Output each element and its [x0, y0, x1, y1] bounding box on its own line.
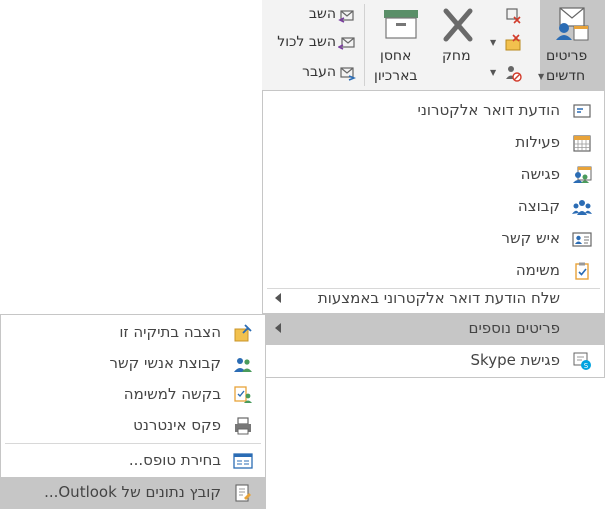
new-items-label-line1: פריטים — [546, 48, 588, 64]
task-request-label: בקשה למשימה — [123, 385, 221, 403]
reply-label: השב — [308, 6, 336, 22]
outlook-data-file-label: קובץ נתונים של Outlook... — [44, 483, 221, 501]
internet-fax-label: פקס אינטרנט — [133, 416, 221, 434]
calendar-icon — [573, 135, 591, 152]
reply-button[interactable]: השב — [266, 4, 360, 26]
new-task-label: משימה — [515, 261, 560, 279]
reply-all-label: השב לכול — [277, 34, 336, 50]
contact-group-label: קבוצת אנשי קשר — [109, 354, 221, 372]
post-in-folder-item[interactable]: הצבה בתיקיה זו — [1, 317, 265, 349]
skype-meeting-item[interactable]: S פגישת Skype — [263, 345, 604, 377]
task-request-icon — [234, 386, 252, 403]
ribbon: השב השב לכול העבר אחסן בארכיון מחק ▼ ▼ פ… — [262, 0, 605, 91]
svg-text:S: S — [584, 362, 589, 370]
send-email-using-label: שלח הודעת דואר אלקטרוני באמצעות — [317, 289, 560, 307]
ribbon-separator — [364, 4, 365, 86]
ignore-button[interactable] — [488, 4, 528, 26]
fax-icon — [235, 417, 251, 435]
more-items-submenu: הצבה בתיקיה זו קבוצת אנשי קשר בקשה למשימ… — [0, 314, 266, 509]
new-group-label: קבוצה — [517, 197, 560, 215]
new-appointment-label: פעילות — [515, 133, 560, 151]
new-contact-item[interactable]: איש קשר — [263, 223, 604, 255]
archive-label-line2: בארכיון — [374, 68, 418, 84]
new-email-label: הודעת דואר אלקטרוני — [417, 101, 560, 119]
contact-card-icon — [572, 232, 592, 247]
send-using-submenu-arrow — [275, 293, 281, 303]
new-email-item[interactable]: הודעת דואר אלקטרוני — [263, 95, 604, 127]
send-email-using-item[interactable]: שלח הודעת דואר אלקטרוני באמצעות — [263, 283, 604, 315]
task-clipboard-icon — [575, 262, 589, 280]
skype-meeting-icon: S — [573, 352, 591, 370]
cleanup-button[interactable]: ▼ — [488, 32, 528, 54]
task-request-item[interactable]: בקשה למשימה — [1, 379, 265, 411]
outlook-data-file-item[interactable]: קובץ נתונים של Outlook... — [1, 477, 265, 509]
forward-icon — [340, 67, 356, 81]
contact-group-item[interactable]: קבוצת אנשי קשר — [1, 348, 265, 380]
reply-all-button[interactable]: השב לכול — [262, 32, 360, 54]
forward-button[interactable]: העבר — [266, 62, 360, 84]
contact-group-icon — [234, 358, 252, 372]
submenu-separator — [5, 443, 261, 444]
more-items-item[interactable]: פריטים נוספים — [263, 313, 604, 345]
post-in-folder-label: הצבה בתיקיה זו — [119, 323, 221, 341]
archive-icon — [384, 10, 418, 39]
choose-form-label: בחירת טופס... — [128, 451, 221, 469]
new-items-label-line2: חדשים — [546, 68, 586, 84]
internet-fax-item[interactable]: פקס אינטרנט — [1, 410, 265, 442]
new-items-menu: הודעת דואר אלקטרוני פעילות פגישה קבוצה א… — [262, 90, 605, 378]
new-items-icon — [556, 7, 589, 41]
junk-button[interactable]: ▼ — [488, 62, 528, 84]
skype-meeting-label: פגישת Skype — [470, 351, 560, 369]
email-icon — [573, 104, 591, 118]
delete-x-icon — [443, 8, 473, 42]
ignore-icon — [506, 8, 521, 24]
delete-label: מחק — [442, 48, 471, 64]
reply-icon — [338, 10, 354, 23]
data-file-icon — [235, 484, 251, 502]
form-icon — [233, 453, 253, 469]
cleanup-dropdown-arrow[interactable]: ▼ — [490, 38, 496, 47]
meeting-icon — [573, 166, 592, 183]
junk-dropdown-arrow[interactable]: ▼ — [490, 68, 496, 77]
archive-label-line1: אחסן — [380, 48, 412, 64]
new-meeting-item[interactable]: פגישה — [263, 159, 604, 191]
forward-label: העבר — [302, 64, 336, 80]
more-items-label: פריטים נוספים — [468, 319, 561, 337]
cleanup-icon — [505, 34, 521, 51]
choose-form-item[interactable]: בחירת טופס... — [1, 445, 265, 477]
post-pin-icon — [234, 324, 252, 342]
more-items-submenu-arrow — [275, 323, 281, 333]
new-items-dropdown-arrow: ▼ — [538, 72, 545, 81]
new-meeting-label: פגישה — [520, 165, 560, 183]
new-appointment-item[interactable]: פעילות — [263, 127, 604, 159]
new-group-item[interactable]: קבוצה — [263, 191, 604, 223]
new-items-button[interactable]: פריטים חדשים ▼ — [538, 0, 605, 90]
group-icon — [572, 200, 592, 215]
junk-person-block-icon — [506, 66, 522, 82]
archive-button[interactable]: אחסן בארכיון — [370, 4, 432, 86]
reply-all-icon — [338, 37, 355, 50]
delete-button[interactable]: מחק — [434, 4, 482, 86]
new-contact-label: איש קשר — [501, 229, 560, 247]
